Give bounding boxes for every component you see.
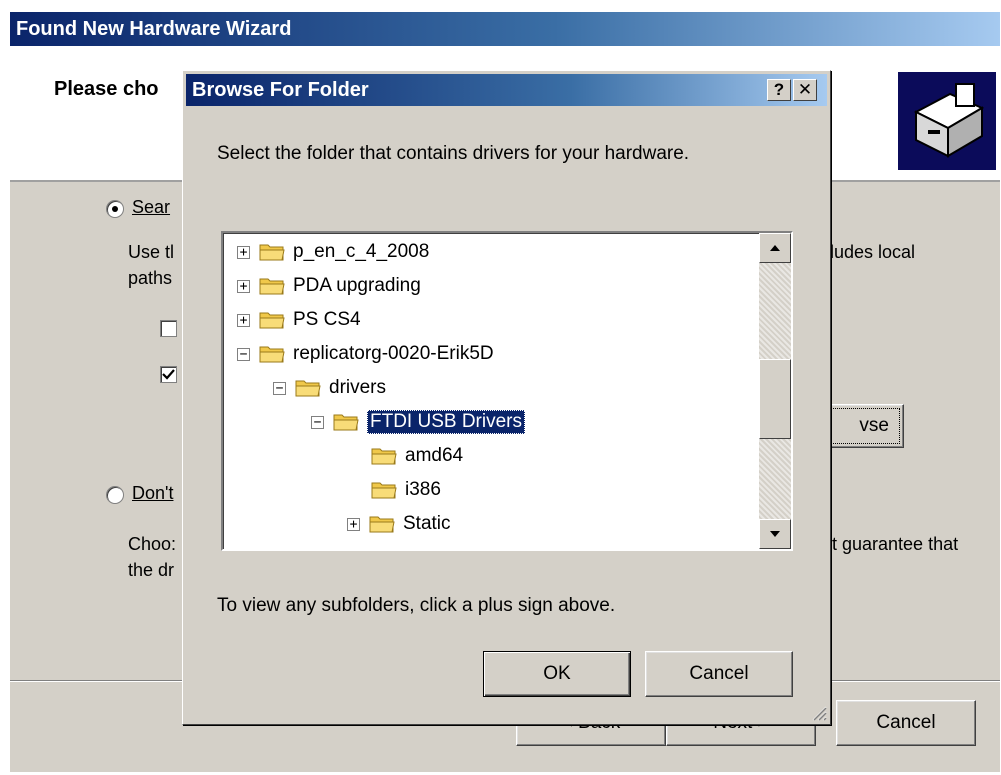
folder-icon bbox=[259, 244, 285, 261]
wizard-browse-label: vse bbox=[859, 415, 889, 436]
help-button[interactable]: ? bbox=[767, 79, 791, 101]
tree-row[interactable]: + PS CS4 bbox=[237, 305, 361, 335]
folder-tree[interactable]: + p_en_c_4_2008 + PDA upgrading + PS CS4 − repl… bbox=[221, 231, 793, 551]
browse-folder-dialog: Browse For Folder ? ✕ Select the folder … bbox=[182, 70, 831, 725]
wizard-header-title: Please cho bbox=[54, 78, 159, 100]
expand-icon[interactable]: + bbox=[237, 279, 250, 293]
collapse-icon[interactable]: − bbox=[237, 347, 250, 361]
search-removable-checkbox[interactable] bbox=[160, 320, 177, 337]
collapse-icon[interactable]: − bbox=[273, 381, 286, 395]
dialog-cancel-label: Cancel bbox=[689, 663, 749, 684]
dialog-title: Browse For Folder bbox=[192, 79, 369, 101]
scroll-up-arrow-icon bbox=[770, 245, 780, 251]
hardware-icon bbox=[898, 72, 996, 170]
dont-search-radio-label: Don't bbox=[132, 483, 174, 503]
tree-label: p_en_c_4_2008 bbox=[293, 241, 430, 262]
dialog-hint: To view any subfolders, click a plus sig… bbox=[217, 595, 616, 616]
scroll-up-button[interactable] bbox=[759, 233, 791, 263]
tree-row[interactable]: − FTDI USB Drivers bbox=[311, 407, 525, 437]
tree-label: PDA upgrading bbox=[293, 275, 421, 296]
tree-row[interactable]: + p_en_c_4_2008 bbox=[237, 237, 429, 267]
tree-label: replicatorg-0020-Erik5D bbox=[293, 343, 494, 364]
scroll-down-button[interactable] bbox=[759, 519, 791, 549]
dont-search-desc-line1: Choo: bbox=[128, 534, 177, 554]
expand-icon[interactable]: + bbox=[237, 313, 250, 327]
folder-icon bbox=[259, 312, 285, 329]
search-desc-line1: Use tl bbox=[128, 242, 175, 262]
include-location-checkbox[interactable] bbox=[160, 366, 177, 383]
close-button[interactable]: ✕ bbox=[793, 79, 817, 101]
ok-label: OK bbox=[543, 663, 571, 684]
help-icon: ? bbox=[773, 80, 785, 99]
tree-label: i386 bbox=[405, 479, 441, 500]
scroll-down-arrow-icon bbox=[770, 531, 780, 537]
folder-icon bbox=[333, 414, 359, 431]
tree-row[interactable]: i386 bbox=[371, 475, 441, 505]
folder-icon bbox=[371, 448, 397, 465]
folder-icon bbox=[259, 346, 285, 363]
wizard-title: Found New Hardware Wizard bbox=[16, 18, 292, 40]
search-desc-line2: paths bbox=[128, 268, 173, 288]
folder-icon bbox=[295, 380, 321, 397]
dialog-title-bar[interactable]: Browse For Folder ? ✕ bbox=[186, 74, 827, 106]
tree-label: Static bbox=[403, 513, 451, 534]
search-desc-right: ludes local bbox=[830, 242, 916, 262]
folder-icon bbox=[369, 516, 395, 533]
collapse-icon[interactable]: − bbox=[311, 415, 324, 429]
tree-label-selected: FTDI USB Drivers bbox=[367, 410, 525, 434]
guarantee-text: t guarantee that bbox=[832, 534, 959, 554]
expand-icon[interactable]: + bbox=[347, 517, 360, 531]
dont-search-desc-line2: the dr bbox=[128, 560, 175, 580]
tree-row[interactable]: − drivers bbox=[273, 373, 386, 403]
folder-icon bbox=[259, 278, 285, 295]
tree-row[interactable]: − replicatorg-0020-Erik5D bbox=[237, 339, 494, 369]
tree-label: amd64 bbox=[405, 445, 464, 466]
ok-button[interactable]: OK bbox=[483, 651, 631, 697]
expand-icon[interactable]: + bbox=[237, 245, 250, 259]
tree-row[interactable]: amd64 bbox=[371, 441, 463, 471]
scroll-thumb[interactable] bbox=[759, 359, 791, 439]
dialog-cancel-button[interactable]: Cancel bbox=[645, 651, 793, 697]
search-radio[interactable] bbox=[106, 200, 124, 218]
resize-grip-icon[interactable] bbox=[809, 703, 827, 721]
tree-row[interactable]: + PDA upgrading bbox=[237, 271, 421, 301]
tree-label: PS CS4 bbox=[293, 309, 361, 330]
tree-label: drivers bbox=[329, 377, 387, 398]
dont-search-radio[interactable] bbox=[106, 486, 124, 504]
tree-row[interactable]: + Static bbox=[347, 509, 451, 539]
wizard-title-bar[interactable]: Found New Hardware Wizard bbox=[10, 12, 1000, 46]
search-radio-label: Sear bbox=[132, 197, 171, 217]
wizard-cancel-button[interactable]: Cancel bbox=[836, 700, 976, 746]
wizard-cancel-label: Cancel bbox=[876, 712, 936, 733]
tree-vertical-scrollbar[interactable] bbox=[759, 233, 791, 549]
folder-icon bbox=[371, 482, 397, 499]
dialog-instruction: Select the folder that contains drivers … bbox=[217, 143, 690, 164]
close-icon: ✕ bbox=[797, 80, 813, 99]
